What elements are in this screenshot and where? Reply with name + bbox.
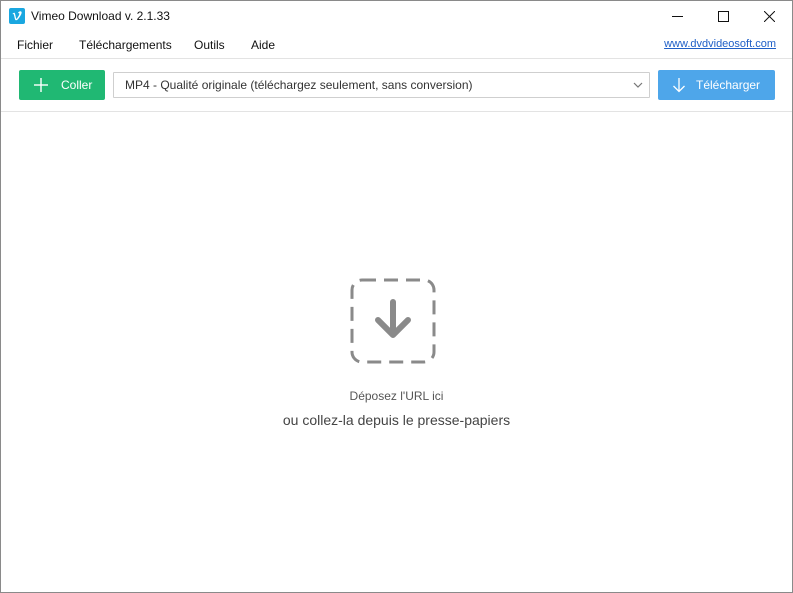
download-button-label: Télécharger <box>696 78 761 92</box>
paste-button-label: Coller <box>61 78 93 92</box>
format-dropdown[interactable]: MP4 - Qualité originale (téléchargez seu… <box>113 72 650 98</box>
arrow-down-icon <box>673 78 685 93</box>
menu-help[interactable]: Aide <box>251 38 275 52</box>
dashed-download-icon <box>350 278 436 364</box>
window-title: Vimeo Download v. 2.1.33 <box>31 9 170 23</box>
menu-file[interactable]: Fichier <box>17 38 53 52</box>
paste-button[interactable]: Coller <box>19 70 105 100</box>
drop-subtitle: ou collez-la depuis le presse-papiers <box>282 412 511 428</box>
app-window: Vimeo Download v. 2.1.33 Fichier Télécha… <box>0 0 793 593</box>
drop-hint: Déposez l'URL ici <box>349 389 444 403</box>
website-link[interactable]: www.dvdvideosoft.com <box>664 38 776 50</box>
menu-downloads[interactable]: Téléchargements <box>79 38 172 52</box>
maximize-icon <box>717 11 729 22</box>
minimize-button[interactable] <box>654 1 700 32</box>
close-button[interactable] <box>746 1 792 32</box>
vimeo-logo-icon <box>9 8 25 24</box>
menu-tools[interactable]: Outils <box>194 38 225 52</box>
chevron-down-icon <box>633 82 643 88</box>
format-dropdown-value: MP4 - Qualité originale (téléchargez seu… <box>125 78 473 92</box>
toolbar: Coller MP4 - Qualité originale (téléchar… <box>1 59 792 111</box>
minimize-icon <box>671 16 683 17</box>
maximize-button[interactable] <box>700 1 746 32</box>
plus-icon <box>34 78 48 92</box>
download-button[interactable]: Télécharger <box>658 70 775 100</box>
drop-zone[interactable]: Déposez l'URL ici ou collez-la depuis le… <box>1 112 792 592</box>
menu-bar: Fichier Téléchargements Outils Aide www.… <box>1 32 792 58</box>
close-icon <box>763 11 775 22</box>
title-bar: Vimeo Download v. 2.1.33 <box>1 1 792 32</box>
